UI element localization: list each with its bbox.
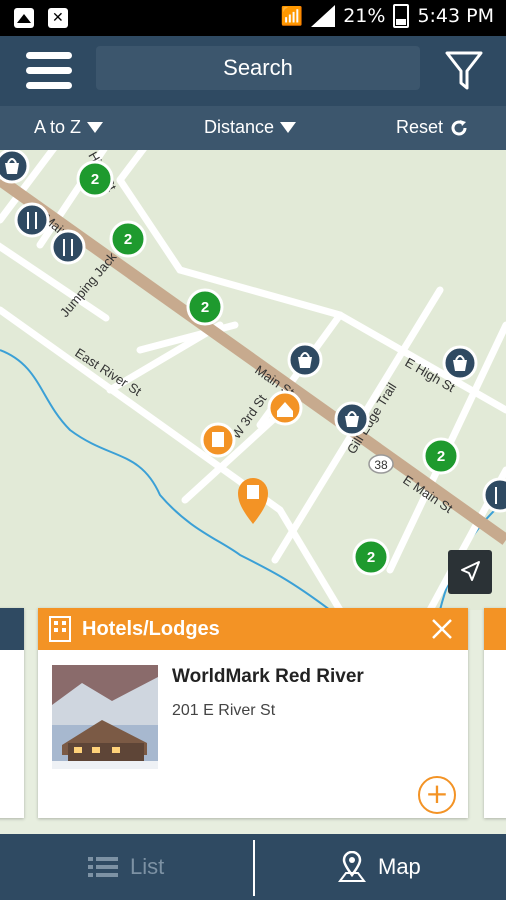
tab-divider [253, 840, 255, 896]
hotel-building-icon [49, 616, 71, 642]
hotel-icon[interactable] [200, 422, 236, 458]
search-input[interactable]: Search [96, 46, 420, 90]
svg-text:2: 2 [124, 231, 132, 248]
reset-label: Reset [396, 117, 444, 137]
route-shield-label: 38 [374, 458, 388, 472]
cluster-marker[interactable]: 2 [422, 437, 460, 475]
shopping-bag-icon[interactable] [334, 401, 370, 437]
card-header: Hotels/Lodges [38, 608, 468, 650]
closed-notification-icon [48, 8, 68, 28]
battery-icon [393, 4, 410, 28]
place-title: WorldMark Red River [172, 666, 364, 687]
wifi-icon: 📶 [280, 5, 304, 27]
refresh-icon [451, 119, 467, 135]
sort-bar: A to Z Distance Reset [0, 106, 506, 150]
hamburger-menu-icon[interactable] [26, 52, 72, 90]
tab-list-label: List [130, 854, 165, 879]
previous-card[interactable] [0, 608, 24, 818]
signal-icon [311, 5, 336, 27]
shopping-bag-icon[interactable] [442, 345, 478, 381]
clock: 5:43 PM [417, 5, 494, 27]
battery-percent: 21% [343, 5, 386, 27]
gallery-notification-icon [14, 8, 34, 28]
next-card[interactable] [484, 608, 506, 818]
close-icon[interactable] [430, 617, 454, 641]
restaurant-icon[interactable] [50, 229, 86, 265]
cluster-marker[interactable]: 2 [352, 538, 390, 576]
tab-list[interactable]: List [88, 834, 164, 900]
svg-text:2: 2 [367, 549, 375, 566]
map-pin-icon [338, 851, 366, 882]
svg-text:2: 2 [201, 299, 209, 316]
map-canvas[interactable]: High St W Main St Jumping Jack East Rive… [0, 150, 506, 610]
sort-distance-button[interactable]: Distance [204, 117, 297, 138]
restaurant-icon[interactable] [482, 477, 506, 513]
dropdown-arrow-icon [87, 122, 104, 133]
top-bar: Search [0, 36, 506, 106]
navigation-arrow-icon [461, 561, 480, 581]
tab-map-label: Map [378, 854, 421, 879]
dropdown-arrow-icon [280, 122, 297, 133]
sort-alpha-button[interactable]: A to Z [34, 117, 104, 138]
shopping-bag-icon[interactable] [0, 150, 30, 184]
place-address: 201 E River St [172, 702, 276, 719]
filter-funnel-icon[interactable] [444, 50, 484, 92]
place-photo[interactable] [52, 665, 158, 769]
cluster-marker[interactable]: 2 [186, 288, 224, 326]
shopping-bag-icon[interactable] [287, 342, 323, 378]
sort-distance-label: Distance [204, 117, 275, 137]
place-card[interactable]: Hotels/Lodges WorldMark Red River 201 E … [38, 608, 468, 818]
map-view[interactable]: High St W Main St Jumping Jack East Rive… [0, 150, 506, 610]
reset-button[interactable]: Reset [396, 117, 469, 138]
cluster-marker[interactable]: 2 [76, 160, 114, 198]
hotel-icon[interactable] [267, 390, 303, 426]
bottom-nav: List Map [0, 834, 506, 900]
restaurant-icon[interactable] [14, 202, 50, 238]
cluster-marker[interactable]: 2 [109, 220, 147, 258]
svg-text:2: 2 [437, 448, 445, 465]
my-location-button[interactable] [448, 550, 492, 594]
list-icon [88, 857, 118, 877]
results-carousel[interactable]: Hotels/Lodges WorldMark Red River 201 E … [0, 608, 506, 834]
sort-alpha-label: A to Z [34, 117, 82, 137]
tab-map[interactable]: Map [338, 834, 506, 900]
svg-text:2: 2 [91, 171, 99, 188]
status-bar: 📶 21% 5:43 PM [0, 0, 506, 36]
add-to-itinerary-button[interactable]: + [418, 776, 456, 814]
card-category: Hotels/Lodges [82, 617, 220, 640]
